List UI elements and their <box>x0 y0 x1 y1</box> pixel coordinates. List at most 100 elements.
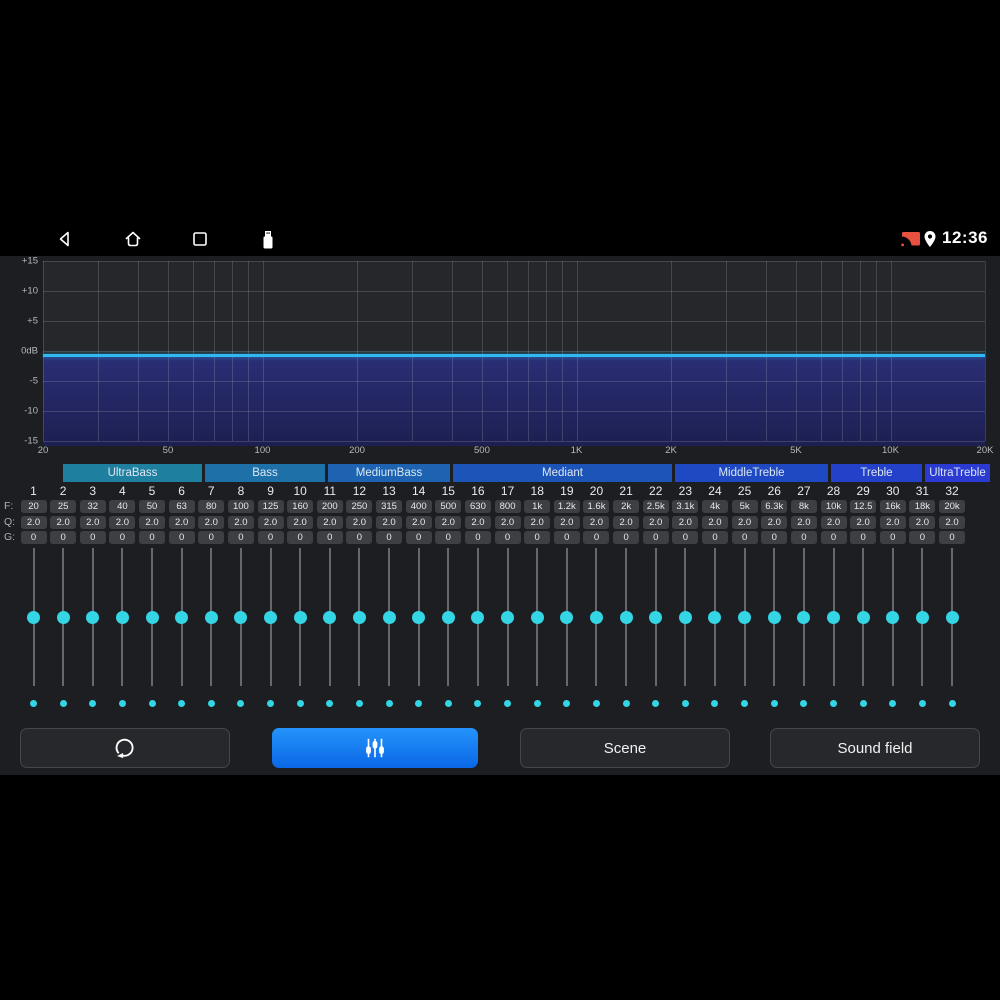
gain-slider-knob[interactable] <box>856 610 870 624</box>
scene-button[interactable]: Scene <box>520 728 730 768</box>
gain-value-chip: 0 <box>464 531 491 544</box>
gain-slider-knob[interactable] <box>501 610 515 624</box>
home-button[interactable] <box>123 229 143 249</box>
gain-value-chip: 0 <box>287 531 314 544</box>
gain-slider-knob[interactable] <box>412 610 426 624</box>
gain-slider-knob[interactable] <box>649 610 663 624</box>
channel-number: 18 <box>530 484 544 498</box>
q-value-chip: 2.0 <box>524 516 551 529</box>
eq-button[interactable] <box>272 728 478 768</box>
q-value-chip: 2.0 <box>642 516 669 529</box>
gain-slider-knob[interactable] <box>827 610 840 624</box>
equalizer-screen: +15 +10 +5 0dB -5 -10 -15 20 50 100 200 500 1K 2K 5K 1… <box>0 256 1000 775</box>
channel-dot-indicator <box>148 699 156 707</box>
x-axis-tick-label: 20 <box>37 445 49 456</box>
freq-value-chip: 315 <box>376 500 403 513</box>
q-value-chip: 2.0 <box>909 516 936 529</box>
channel-dot-indicator <box>415 699 423 707</box>
q-value-chip: 2.0 <box>850 516 877 529</box>
freq-value-chip: 160 <box>287 500 314 513</box>
gain-slider-knob[interactable] <box>145 610 159 624</box>
freq-value-chip: 8k <box>790 500 817 513</box>
band-label-middletreble: MiddleTreble <box>675 464 828 482</box>
freq-value-chip: 250 <box>346 500 373 513</box>
gain-slider-knob[interactable] <box>264 610 278 624</box>
gain-slider-knob[interactable] <box>797 610 811 624</box>
gain-value-chip: 0 <box>257 531 284 544</box>
gain-slider-knob[interactable] <box>234 610 248 624</box>
channel-number: 12 <box>352 484 367 498</box>
y-axis-tick-label: -15 <box>24 435 38 447</box>
back-icon <box>59 231 69 247</box>
gridline-horizontal <box>43 381 985 382</box>
gain-value-chip: 0 <box>820 531 847 544</box>
gain-slider-knob[interactable] <box>589 610 603 624</box>
reset-button[interactable] <box>20 728 230 768</box>
gain-slider-knob[interactable] <box>678 610 692 624</box>
freq-value-chip: 80 <box>198 500 225 513</box>
gain-value-chip: 0 <box>50 531 77 544</box>
freq-value-chip: 400 <box>405 500 432 513</box>
channel-dot-indicator <box>178 699 186 707</box>
gain-value-chip: 0 <box>850 531 877 544</box>
channel-dot-indicator <box>918 699 926 707</box>
curve-fill-area <box>43 357 985 446</box>
gain-value-chip: 0 <box>227 531 254 544</box>
band-label-ultrabass: UltraBass <box>63 464 202 482</box>
band-label-bass: Bass <box>205 464 325 482</box>
freq-value-chip: 1k <box>524 500 551 513</box>
usb-button[interactable] <box>258 229 278 249</box>
freq-value-chip: 25 <box>50 500 77 513</box>
gain-slider-knob[interactable] <box>471 610 485 624</box>
gain-slider-knob[interactable] <box>619 610 633 624</box>
freq-value-chip: 16k <box>879 500 906 513</box>
gain-slider-knob[interactable] <box>886 610 900 624</box>
gain-slider-knob[interactable] <box>441 610 455 624</box>
freq-value-chip: 1.6k <box>583 500 610 513</box>
gain-slider-knob[interactable] <box>560 610 574 624</box>
channel-number: 14 <box>412 484 426 498</box>
channel-number: 30 <box>886 484 900 498</box>
gain-slider-knob[interactable] <box>115 610 129 624</box>
gain-slider-knob[interactable] <box>708 610 722 624</box>
y-axis-tick-label: +10 <box>21 285 38 297</box>
freq-row-label: F: <box>4 500 14 512</box>
gain-slider-knob[interactable] <box>27 610 40 624</box>
channel-number: 25 <box>737 484 752 498</box>
gain-slider-knob[interactable] <box>915 610 929 624</box>
x-axis-tick-label: 10K <box>882 445 899 456</box>
x-axis-tick-label: 200 <box>349 445 365 456</box>
gain-slider-knob[interactable] <box>323 610 337 624</box>
channel-number: 4 <box>119 484 126 498</box>
q-value-chip: 2.0 <box>464 516 491 529</box>
gain-slider-knob[interactable] <box>86 610 100 624</box>
q-row-label: Q: <box>4 516 16 528</box>
x-axis-tick-label: 2K <box>665 445 677 456</box>
freq-value-chip: 4k <box>701 500 728 513</box>
channel-dot-indicator <box>652 699 660 707</box>
gain-slider-knob[interactable] <box>382 610 396 624</box>
gain-value-chip: 0 <box>790 531 817 544</box>
gain-slider-knob[interactable] <box>56 610 70 624</box>
gain-slider-knob[interactable] <box>945 610 959 624</box>
freq-value-chip: 100 <box>227 500 254 513</box>
gain-slider-knob[interactable] <box>352 610 366 624</box>
gain-slider-knob[interactable] <box>175 610 189 624</box>
gain-slider-knob[interactable] <box>767 610 781 624</box>
freq-value-chip: 2.5k <box>642 500 669 513</box>
gain-slider-knob[interactable] <box>293 610 307 624</box>
back-button[interactable] <box>55 229 75 249</box>
channel-number: 20 <box>589 484 604 498</box>
gridline-horizontal <box>43 291 985 292</box>
y-axis-tick-label: 0dB <box>21 345 38 357</box>
q-value-chip: 2.0 <box>346 516 373 529</box>
sound-field-button[interactable]: Sound field <box>770 728 980 768</box>
gain-slider-knob[interactable] <box>530 610 544 624</box>
q-value-chip: 2.0 <box>879 516 906 529</box>
gain-slider-knob[interactable] <box>204 610 218 624</box>
gain-slider-knob[interactable] <box>738 610 752 624</box>
q-value-chip: 2.0 <box>494 516 521 529</box>
freq-value-chip: 50 <box>139 500 166 513</box>
channel-number: 8 <box>237 484 245 498</box>
recents-button[interactable] <box>190 229 210 249</box>
